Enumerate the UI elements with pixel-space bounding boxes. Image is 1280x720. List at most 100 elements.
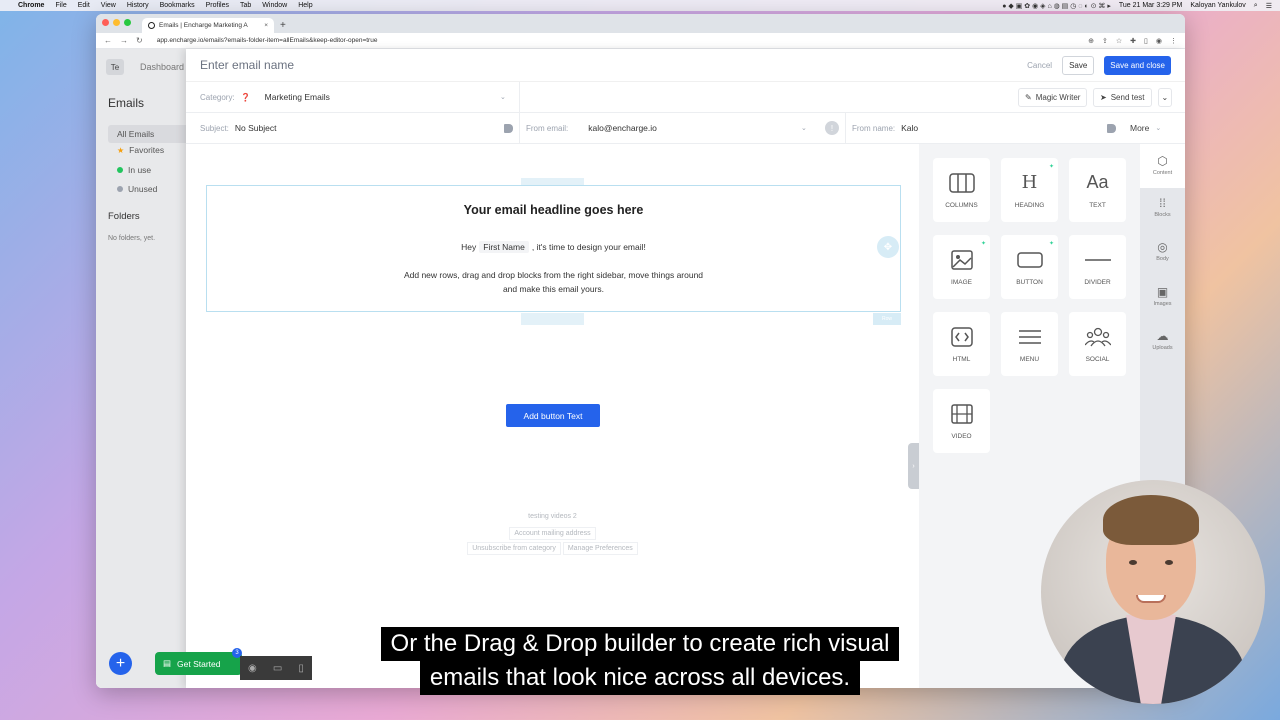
workspace-avatar[interactable]: Te	[106, 59, 124, 75]
block-html[interactable]: HTML	[933, 312, 990, 376]
sparkle-icon: ✦	[1048, 241, 1054, 247]
nav-label: Favorites	[129, 145, 165, 155]
email-headline[interactable]: Your email headline goes here	[207, 203, 900, 217]
block-text[interactable]: Aa TEXT	[1069, 158, 1126, 222]
email-content-row[interactable]: Your email headline goes here Hey First N…	[206, 185, 901, 312]
menu-window[interactable]: Window	[262, 2, 287, 9]
menu-help[interactable]: Help	[298, 2, 312, 9]
chevron-down-icon: ⌄	[1155, 125, 1162, 132]
close-tab-icon[interactable]: ×	[264, 22, 268, 29]
menu-file[interactable]: File	[55, 2, 66, 9]
subject-field[interactable]: Subject: No Subject	[200, 123, 277, 133]
block-image[interactable]: ✦ IMAGE	[933, 235, 990, 299]
kebab-menu-icon[interactable]: ⋮	[1170, 37, 1177, 45]
block-divider[interactable]: DIVIDER	[1069, 235, 1126, 299]
row-drag-handle-top[interactable]	[521, 178, 584, 185]
greeting-rest: , it's time to design your email!	[531, 242, 646, 252]
cancel-button[interactable]: Cancel	[1027, 61, 1052, 70]
zoom-icon[interactable]: ⊕	[1088, 37, 1094, 45]
save-and-close-button[interactable]: Save and close	[1104, 55, 1171, 75]
browser-toolbar-icons: ⊕ ⇪ ☆ ✚ ▯ ◉ ⋮	[1088, 37, 1177, 45]
divider-icon	[1084, 249, 1111, 271]
block-social[interactable]: SOCIAL	[1069, 312, 1126, 376]
row-drag-handle-bottom[interactable]	[521, 313, 584, 325]
menu-tab[interactable]: Tab	[240, 2, 251, 9]
chevron-down-icon[interactable]: ⌄	[500, 93, 506, 101]
back-icon[interactable]: ←	[104, 36, 112, 45]
send-test-dropdown[interactable]: ⌄	[1157, 87, 1173, 107]
rail-uploads-tab[interactable]: ☁ Uploads	[1140, 329, 1185, 351]
presenter-eye	[1165, 560, 1173, 565]
help-icon[interactable]: ❓	[241, 93, 251, 102]
nav-all-emails[interactable]: All Emails	[108, 125, 186, 143]
save-button[interactable]: Save	[1062, 55, 1095, 75]
profile-avatar-icon[interactable]: ◉	[1156, 37, 1162, 45]
instructions-text[interactable]: Add new rows, drag and drop blocks from …	[207, 268, 900, 296]
browser-tab[interactable]: Emails | Encharge Marketing A ×	[142, 18, 274, 33]
zoom-window-button[interactable]	[124, 19, 131, 26]
block-columns[interactable]: COLUMNS	[933, 158, 990, 222]
category-field[interactable]: Category: ❓ Marketing Emails	[200, 92, 330, 102]
email-cta-button[interactable]: Add button Text	[506, 404, 600, 427]
extensions-icon[interactable]: ✚	[1130, 37, 1136, 45]
send-test-button[interactable]: ➤ Send test ⌄	[1093, 87, 1173, 107]
clock[interactable]: Tue 21 Mar 3:29 PM	[1119, 2, 1183, 9]
menu-view[interactable]: View	[101, 2, 116, 9]
personalization-tag-icon[interactable]	[504, 123, 513, 133]
rail-label: Uploads	[1152, 345, 1173, 351]
block-video[interactable]: VIDEO	[933, 389, 990, 453]
nav-unused[interactable]: Unused	[117, 184, 157, 194]
bookmark-star-icon[interactable]: ☆	[1116, 37, 1122, 45]
minimize-window-button[interactable]	[113, 19, 120, 26]
move-icon[interactable]: ✥	[877, 236, 899, 258]
block-menu[interactable]: MENU	[1001, 312, 1058, 376]
url-field[interactable]: app.encharge.io/emails?emails-folder-ite…	[157, 37, 1080, 44]
unsubscribe-link[interactable]: Unsubscribe from category	[467, 542, 561, 555]
row-tag[interactable]: Row	[873, 313, 901, 325]
images-icon: ▣	[1156, 285, 1169, 299]
rail-body-tab[interactable]: ◎ Body	[1140, 240, 1185, 262]
button-icon	[1016, 249, 1043, 271]
from-email-field[interactable]: From email: kalo@encharge.io	[526, 123, 657, 133]
nav-favorites[interactable]: ★ Favorites	[117, 145, 164, 155]
nav-in-use[interactable]: In use	[117, 165, 151, 175]
share-icon[interactable]: ⇪	[1102, 37, 1108, 45]
block-label: HEADING	[1014, 201, 1045, 209]
email-name-input[interactable]: Enter email name	[200, 58, 294, 72]
menu-edit[interactable]: Edit	[78, 2, 90, 9]
more-button[interactable]: More ⌄	[1130, 123, 1161, 133]
menu-history[interactable]: History	[127, 2, 149, 9]
sidepanel-icon[interactable]: ▯	[1144, 37, 1148, 45]
forward-icon[interactable]: →	[120, 36, 128, 45]
footer-address[interactable]: Account mailing address	[509, 527, 596, 540]
control-center-icon[interactable]: ☰	[1266, 2, 1272, 10]
greeting-line[interactable]: Hey First Name, it's time to design your …	[207, 241, 900, 253]
chevron-down-icon[interactable]: ⌄	[801, 124, 807, 132]
merge-tag-first-name[interactable]: First Name	[479, 241, 529, 253]
status-tray-icons[interactable]: ● ◆ ▣ ✿ ◉ ◈ ⌂ ◍ ▤ ◷ ◌ ◐ ⊙ ⌘ ▸	[1002, 2, 1111, 10]
manage-preferences-link[interactable]: Manage Preferences	[562, 542, 638, 555]
collapse-sidebar-handle[interactable]: ›	[908, 443, 919, 489]
magic-writer-button[interactable]: ✎ Magic Writer	[1018, 87, 1088, 107]
instructions-line-1: Add new rows, drag and drop blocks from …	[403, 270, 704, 280]
personalization-tag-icon[interactable]	[1107, 123, 1116, 133]
search-icon[interactable]: ⌕	[1254, 2, 1258, 10]
rail-images-tab[interactable]: ▣ Images	[1140, 285, 1185, 307]
from-name-field[interactable]: From name: Kalo	[852, 123, 918, 133]
email-canvas[interactable]: Your email headline goes here Hey First N…	[186, 144, 919, 688]
info-icon[interactable]: !	[825, 121, 839, 135]
rail-blocks-tab[interactable]: ⁞⁞ Blocks	[1140, 196, 1185, 218]
user-name[interactable]: Kaloyan Yankulov	[1190, 2, 1245, 9]
menu-app[interactable]: Chrome	[18, 2, 44, 9]
editor-header: Enter email name Cancel Save Save and cl…	[186, 49, 1185, 82]
block-button[interactable]: ✦ BUTTON	[1001, 235, 1058, 299]
menu-bookmarks[interactable]: Bookmarks	[160, 2, 195, 9]
block-heading[interactable]: ✦ H HEADING	[1001, 158, 1058, 222]
close-window-button[interactable]	[102, 19, 109, 26]
new-tab-icon[interactable]: +	[280, 20, 286, 31]
dashboard-link[interactable]: Dashboard	[140, 62, 184, 72]
rail-content-tab[interactable]: ⬡ Content	[1140, 144, 1185, 188]
reload-icon[interactable]: ↻	[136, 36, 143, 45]
menu-profiles[interactable]: Profiles	[206, 2, 229, 9]
heading-icon: H	[1021, 172, 1038, 193]
